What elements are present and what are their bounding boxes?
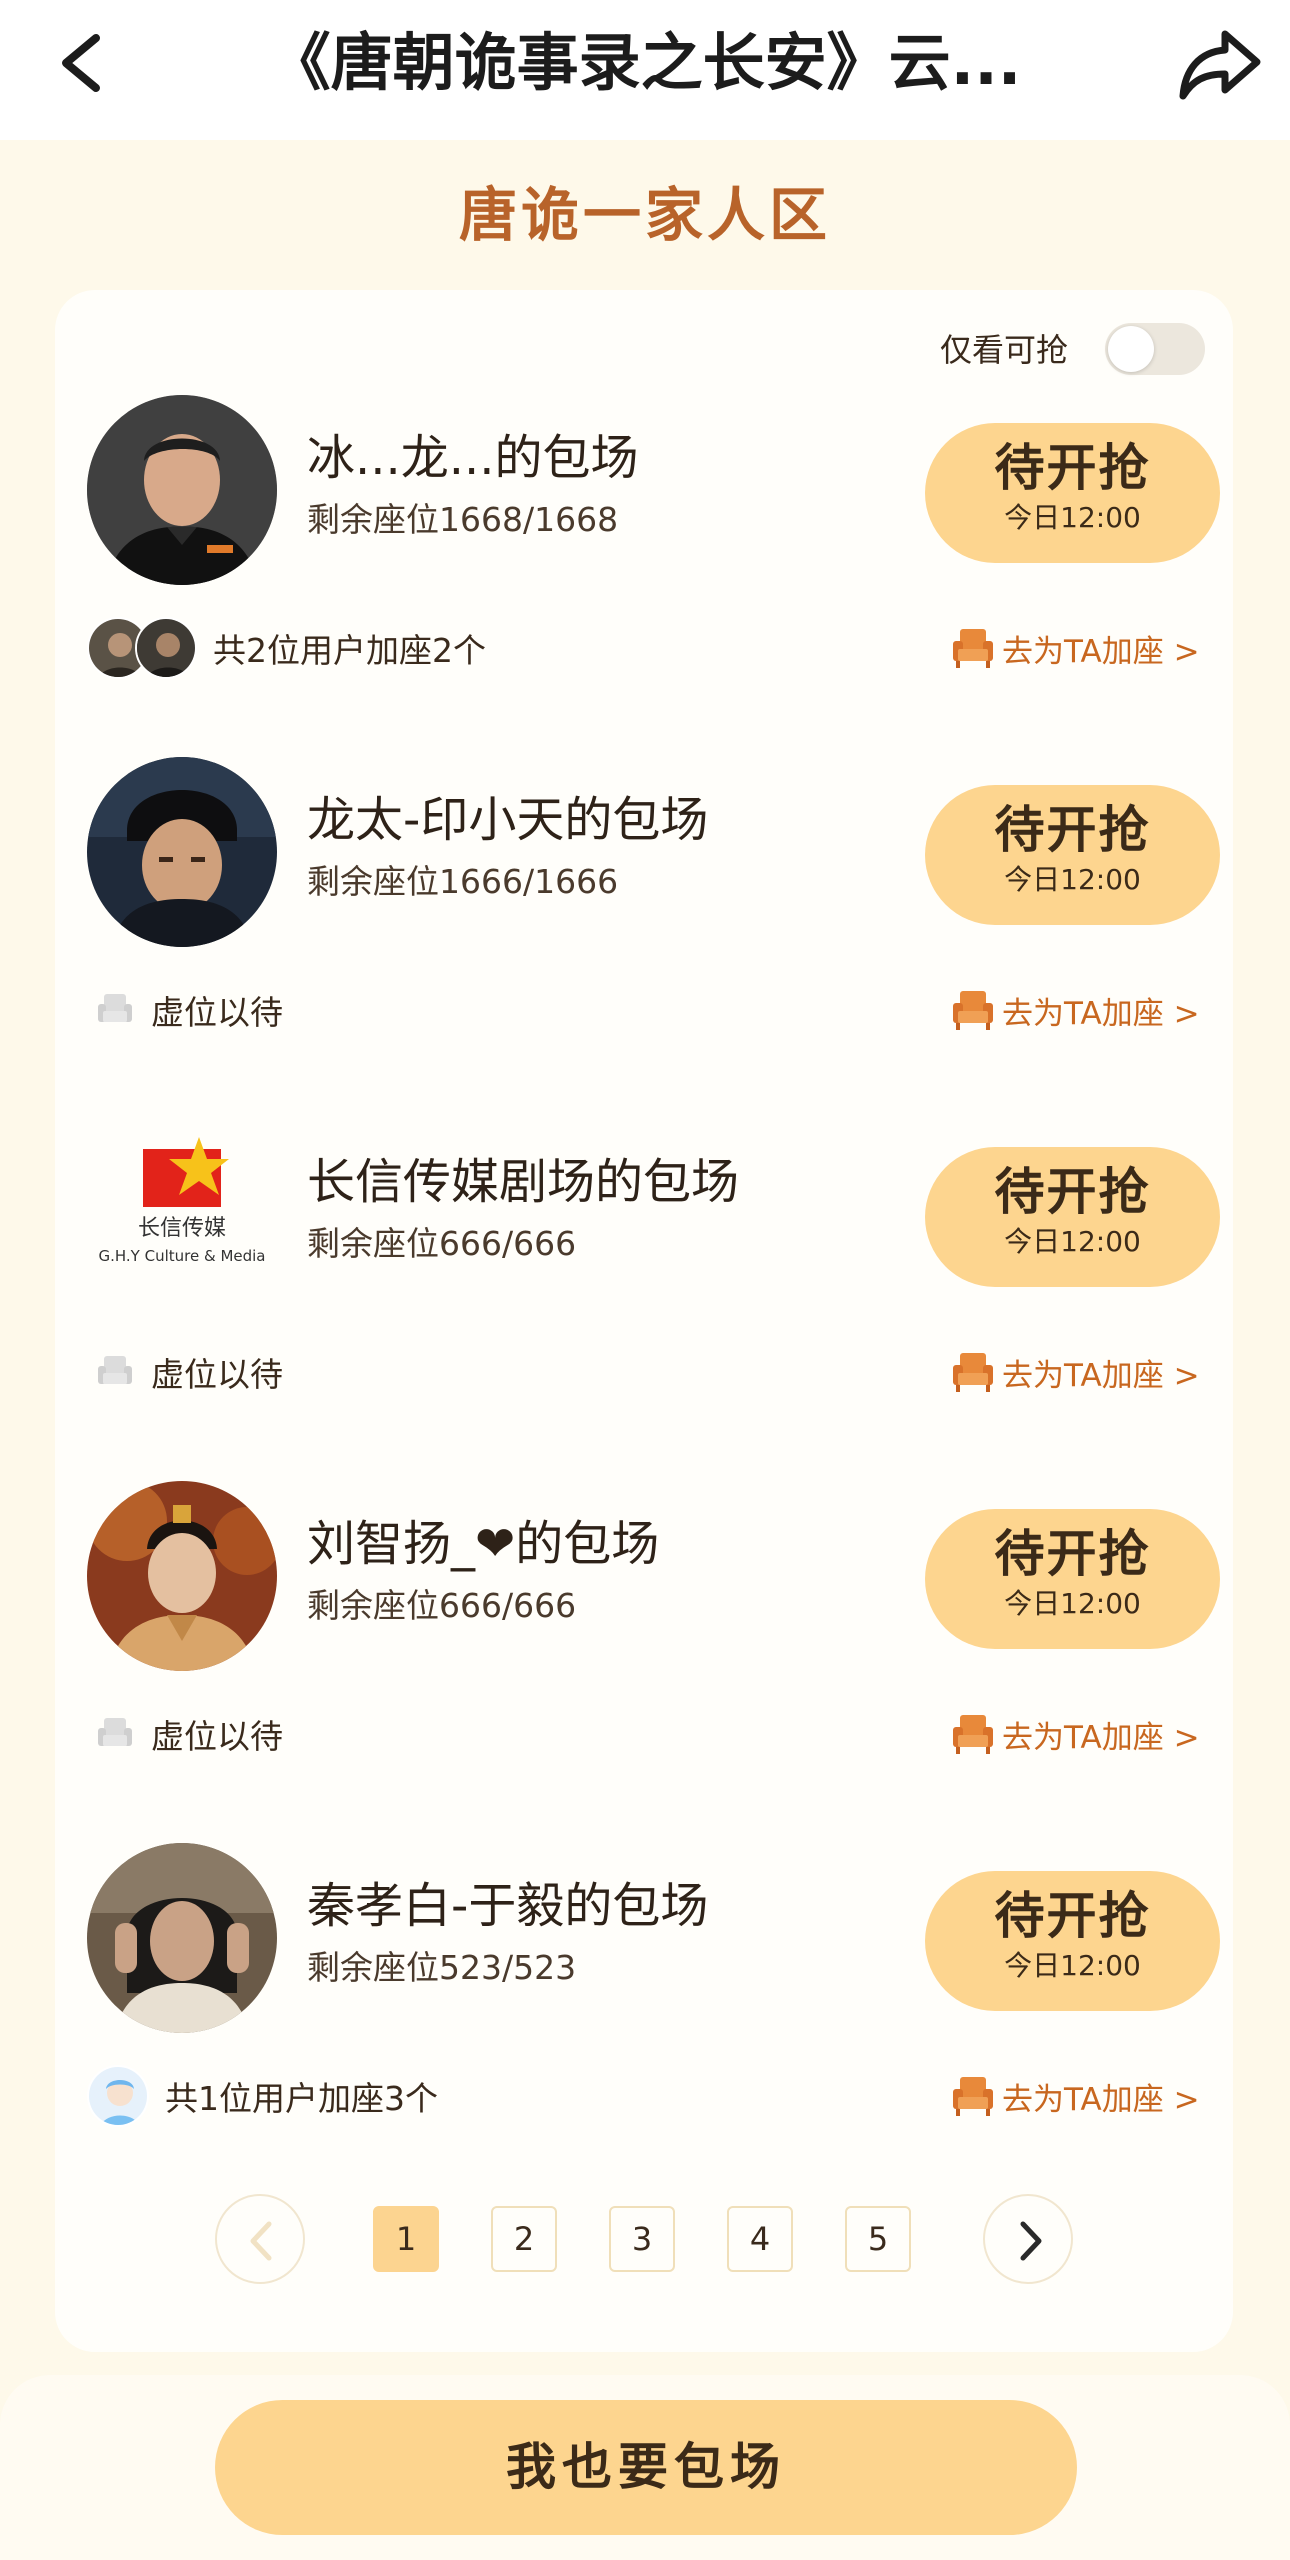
session-entry: 刘智扬_❤的包场 剩余座位666/666 待开抢 今日12:00 虚位以待 去为… bbox=[55, 1481, 1233, 1843]
grab-button[interactable]: 待开抢 今日12:00 bbox=[925, 1509, 1220, 1649]
page-title: 《唐朝诡事录之长安》云... bbox=[268, 26, 1022, 99]
host-avatar[interactable] bbox=[87, 1481, 277, 1671]
grab-button[interactable]: 待开抢 今日12:00 bbox=[925, 1147, 1220, 1287]
book-session-button[interactable]: 我也要包场 bbox=[215, 2400, 1077, 2535]
add-seat-link[interactable]: 去为TA加座 > bbox=[950, 2071, 1200, 2121]
chevron-left-icon bbox=[62, 34, 100, 92]
remaining-seats: 剩余座位666/666 bbox=[307, 1224, 577, 1263]
prev-page-button[interactable] bbox=[215, 2194, 305, 2284]
chevron-left-icon bbox=[250, 2221, 272, 2261]
page-4-button[interactable]: 4 bbox=[727, 2206, 793, 2272]
empty-seat-icon bbox=[98, 1356, 132, 1384]
page-2-button[interactable]: 2 bbox=[491, 2206, 557, 2272]
host-avatar[interactable] bbox=[87, 1843, 277, 2033]
grab-button-label: 待开抢 bbox=[994, 1163, 1151, 1221]
empty-seat-icon bbox=[98, 994, 132, 1022]
armchair-icon bbox=[953, 2077, 993, 2116]
page-5-button[interactable]: 5 bbox=[845, 2206, 911, 2272]
grab-button[interactable]: 待开抢 今日12:00 bbox=[925, 423, 1220, 563]
available-only-toggle[interactable] bbox=[1105, 323, 1205, 375]
toggle-knob bbox=[1108, 326, 1154, 372]
grab-button-time: 今日12:00 bbox=[1004, 863, 1141, 896]
page-1-button[interactable]: 1 bbox=[373, 2206, 439, 2272]
grab-button-label: 待开抢 bbox=[994, 439, 1151, 497]
session-entry: 龙太-印小天的包场 剩余座位1666/1666 待开抢 今日12:00 虚位以待 bbox=[55, 757, 1233, 1119]
joined-users: 共2位用户加座2个 bbox=[87, 615, 486, 681]
add-seat-link-text: 去为TA加座 > bbox=[1002, 633, 1200, 670]
add-seat-link[interactable]: 去为TA加座 > bbox=[950, 1347, 1200, 1397]
top-navigation-bar: 《唐朝诡事录之长安》云... bbox=[0, 0, 1290, 140]
grab-button-label: 待开抢 bbox=[994, 1525, 1151, 1583]
grab-button[interactable]: 待开抢 今日12:00 bbox=[925, 785, 1220, 925]
empty-seat-text: 虚位以待 bbox=[151, 993, 283, 1032]
add-seat-link-text: 去为TA加座 > bbox=[1002, 1357, 1200, 1394]
add-seat-link-text: 去为TA加座 > bbox=[1002, 995, 1200, 1032]
remaining-seats: 剩余座位1666/1666 bbox=[307, 862, 619, 901]
add-seat-link-text: 去为TA加座 > bbox=[1002, 1719, 1200, 1756]
session-name: 秦孝白-于毅的包场 bbox=[307, 1878, 709, 1934]
joined-users: 共1位用户加座3个 bbox=[87, 2063, 438, 2129]
grab-button-label: 待开抢 bbox=[994, 801, 1151, 859]
bottom-action-bar: 我也要包场 bbox=[0, 2375, 1290, 2560]
session-name: 刘智扬_❤的包场 bbox=[307, 1516, 660, 1572]
logo-cn-text: 长信传媒 bbox=[138, 1216, 226, 1241]
grab-button-label: 待开抢 bbox=[994, 1887, 1151, 1945]
host-logo[interactable]: 长信传媒 G.H.Y Culture & Media bbox=[87, 1119, 277, 1309]
armchair-icon bbox=[953, 1715, 993, 1754]
session-name: 龙太-印小天的包场 bbox=[307, 792, 709, 848]
armchair-icon bbox=[953, 1353, 993, 1392]
next-page-button[interactable] bbox=[983, 2194, 1073, 2284]
remaining-seats: 剩余座位1668/1668 bbox=[307, 500, 619, 539]
armchair-icon bbox=[953, 991, 993, 1030]
logo-en-text: G.H.Y Culture & Media bbox=[99, 1247, 266, 1265]
host-avatar[interactable] bbox=[87, 757, 277, 947]
add-seat-link[interactable]: 去为TA加座 > bbox=[950, 623, 1200, 673]
grab-button-time: 今日12:00 bbox=[1004, 1949, 1141, 1982]
session-entry: 长信传媒 G.H.Y Culture & Media 长信传媒剧场的包场 剩余座… bbox=[55, 1119, 1233, 1481]
back-button[interactable] bbox=[52, 18, 112, 108]
empty-seat-status: 虚位以待 bbox=[87, 1339, 283, 1405]
session-name: 冰...龙...的包场 bbox=[307, 430, 639, 486]
joined-users-text: 共2位用户加座2个 bbox=[213, 631, 486, 670]
empty-seat-text: 虚位以待 bbox=[151, 1717, 283, 1756]
session-name: 长信传媒剧场的包场 bbox=[307, 1154, 740, 1210]
grab-button-time: 今日12:00 bbox=[1004, 1587, 1141, 1620]
empty-seat-status: 虚位以待 bbox=[87, 1701, 283, 1767]
empty-seat-icon bbox=[98, 1718, 132, 1746]
grab-button-time: 今日12:00 bbox=[1004, 501, 1141, 534]
armchair-icon bbox=[953, 629, 993, 668]
add-seat-link[interactable]: 去为TA加座 > bbox=[950, 1709, 1200, 1759]
session-list-card: 仅看可抢 冰...龙...的包场 剩余座位1668/1668 待开抢 今日12:… bbox=[55, 290, 1233, 2352]
grab-button[interactable]: 待开抢 今日12:00 bbox=[925, 1871, 1220, 2011]
session-entry: 秦孝白-于毅的包场 剩余座位523/523 待开抢 今日12:00 共1位用户加… bbox=[55, 1843, 1233, 2205]
empty-seat-status: 虚位以待 bbox=[87, 977, 283, 1043]
page-3-button[interactable]: 3 bbox=[609, 2206, 675, 2272]
user-avatar bbox=[87, 2065, 149, 2127]
host-avatar[interactable] bbox=[87, 395, 277, 585]
empty-seat-text: 虚位以待 bbox=[151, 1355, 283, 1394]
share-arrow-icon bbox=[1179, 30, 1261, 100]
joined-users-text: 共1位用户加座3个 bbox=[165, 2079, 438, 2118]
share-button[interactable] bbox=[1175, 18, 1265, 108]
session-entry: 冰...龙...的包场 剩余座位1668/1668 待开抢 今日12:00 共2… bbox=[55, 395, 1233, 757]
filter-label: 仅看可抢 bbox=[940, 331, 1069, 369]
section-title: 唐诡一家人区 bbox=[458, 181, 831, 249]
remaining-seats: 剩余座位523/523 bbox=[307, 1948, 577, 1987]
chevron-right-icon bbox=[1020, 2221, 1042, 2261]
add-seat-link-text: 去为TA加座 > bbox=[1002, 2081, 1200, 2118]
remaining-seats: 剩余座位666/666 bbox=[307, 1586, 577, 1625]
pagination: 1 2 3 4 5 bbox=[55, 2190, 1233, 2290]
grab-button-time: 今日12:00 bbox=[1004, 1225, 1141, 1258]
user-avatar bbox=[135, 617, 197, 679]
add-seat-link[interactable]: 去为TA加座 > bbox=[950, 985, 1200, 1035]
